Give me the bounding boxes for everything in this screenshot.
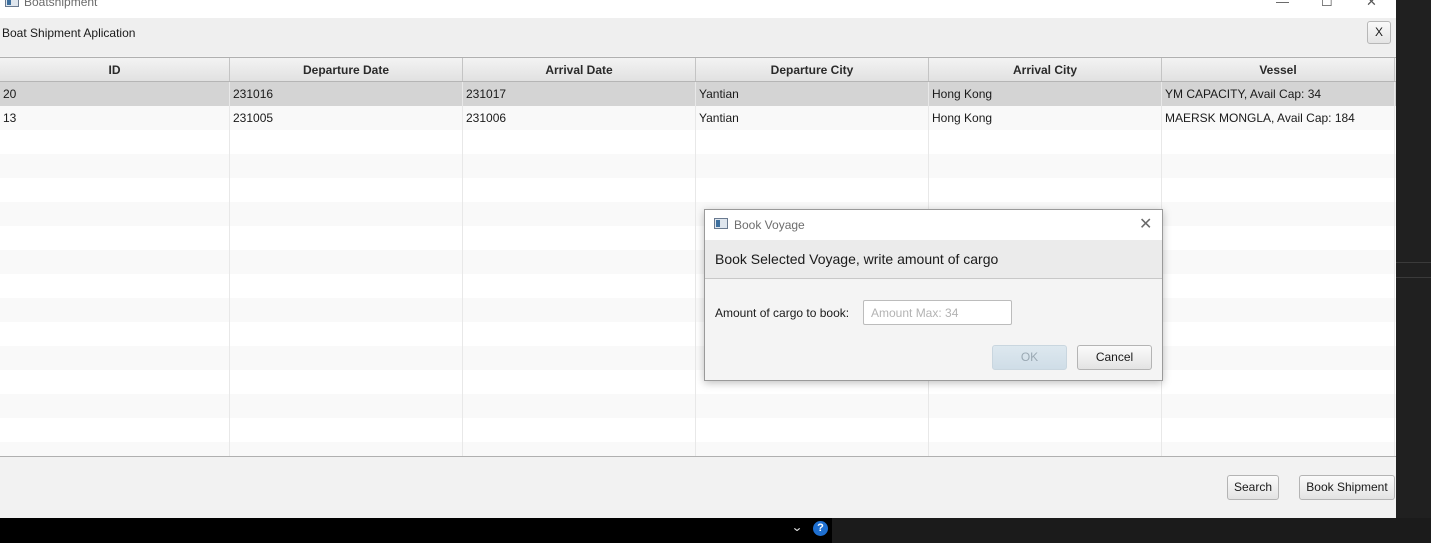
dialog-title: Book Voyage	[734, 218, 805, 232]
empty-row	[0, 178, 1396, 202]
column-header-arrival-date[interactable]: Arrival Date	[463, 58, 696, 81]
empty-row	[0, 298, 1396, 322]
empty-row	[0, 154, 1396, 178]
cell-arrival-date: 231017	[463, 82, 696, 106]
taskbar	[0, 518, 832, 543]
cell-departure-city: Yantian	[696, 82, 929, 106]
cell-id: 13	[0, 106, 230, 130]
bottom-bar: Search Book Shipment	[0, 457, 1396, 518]
empty-row	[0, 226, 1396, 250]
cell-departure-date: 231005	[230, 106, 463, 130]
cell-arrival-city: Hong Kong	[929, 106, 1162, 130]
column-header-departure-city[interactable]: Departure City	[696, 58, 929, 81]
table-row[interactable]: 13 231005 231006 Yantian Hong Kong MAERS…	[0, 106, 1396, 130]
taskbar-extension	[832, 518, 1431, 543]
empty-row	[0, 202, 1396, 226]
close-icon[interactable]: ✕	[1139, 214, 1152, 234]
app-heading: Boat Shipment Aplication	[2, 26, 136, 40]
main-window: Boatshipment — ☐ ✕ Boat Shipment Aplicat…	[0, 0, 1396, 518]
close-window-icon[interactable]: ✕	[1366, 0, 1377, 10]
app-icon	[5, 0, 19, 7]
cell-departure-date: 231016	[230, 82, 463, 106]
divider	[1396, 277, 1431, 278]
cargo-amount-label: Amount of cargo to book:	[715, 306, 850, 320]
empty-row	[0, 250, 1396, 274]
desktop-background	[1396, 0, 1431, 543]
empty-row	[0, 394, 1396, 418]
dialog-header: Book Selected Voyage, write amount of ca…	[705, 240, 1162, 279]
empty-row	[0, 442, 1396, 456]
chevron-down-icon[interactable]: ⌄	[791, 520, 803, 534]
dialog-titlebar: Book Voyage ✕	[705, 210, 1162, 240]
empty-row	[0, 130, 1396, 154]
empty-row	[0, 346, 1396, 370]
cell-arrival-date: 231006	[463, 106, 696, 130]
book-voyage-dialog: Book Voyage ✕ Book Selected Voyage, writ…	[704, 209, 1163, 381]
window-titlebar: Boatshipment — ☐ ✕	[0, 0, 1396, 18]
divider	[1396, 262, 1431, 263]
maximize-icon[interactable]: ☐	[1321, 0, 1333, 10]
cell-vessel: MAERSK MONGLA, Avail Cap: 184	[1162, 106, 1395, 130]
search-button[interactable]: Search	[1227, 475, 1279, 500]
book-shipment-button[interactable]: Book Shipment	[1299, 475, 1395, 500]
help-icon[interactable]: ?	[813, 521, 828, 536]
window-title: Boatshipment	[24, 0, 98, 9]
app-icon	[714, 218, 728, 229]
column-header-arrival-city[interactable]: Arrival City	[929, 58, 1162, 81]
cancel-button[interactable]: Cancel	[1077, 345, 1152, 370]
empty-row	[0, 322, 1396, 346]
cell-arrival-city: Hong Kong	[929, 82, 1162, 106]
empty-row	[0, 418, 1396, 442]
close-button[interactable]: X	[1367, 21, 1391, 44]
ok-button[interactable]: OK	[992, 345, 1067, 370]
cell-vessel: YM CAPACITY, Avail Cap: 34	[1162, 82, 1395, 106]
voyage-table: ID Departure Date Arrival Date Departure…	[0, 57, 1396, 457]
cell-id: 20	[0, 82, 230, 106]
empty-row	[0, 370, 1396, 394]
empty-row	[0, 274, 1396, 298]
table-header: ID Departure Date Arrival Date Departure…	[0, 58, 1396, 82]
cell-departure-city: Yantian	[696, 106, 929, 130]
header-bar: Boat Shipment Aplication	[0, 18, 1396, 56]
table-row[interactable]: 20 231016 231017 Yantian Hong Kong YM CA…	[0, 82, 1396, 106]
dialog-header-text: Book Selected Voyage, write amount of ca…	[715, 251, 999, 267]
minimize-icon[interactable]: —	[1276, 0, 1289, 9]
column-header-id[interactable]: ID	[0, 58, 230, 81]
column-header-departure-date[interactable]: Departure Date	[230, 58, 463, 81]
cargo-amount-input[interactable]	[863, 300, 1012, 325]
column-header-vessel[interactable]: Vessel	[1162, 58, 1395, 81]
